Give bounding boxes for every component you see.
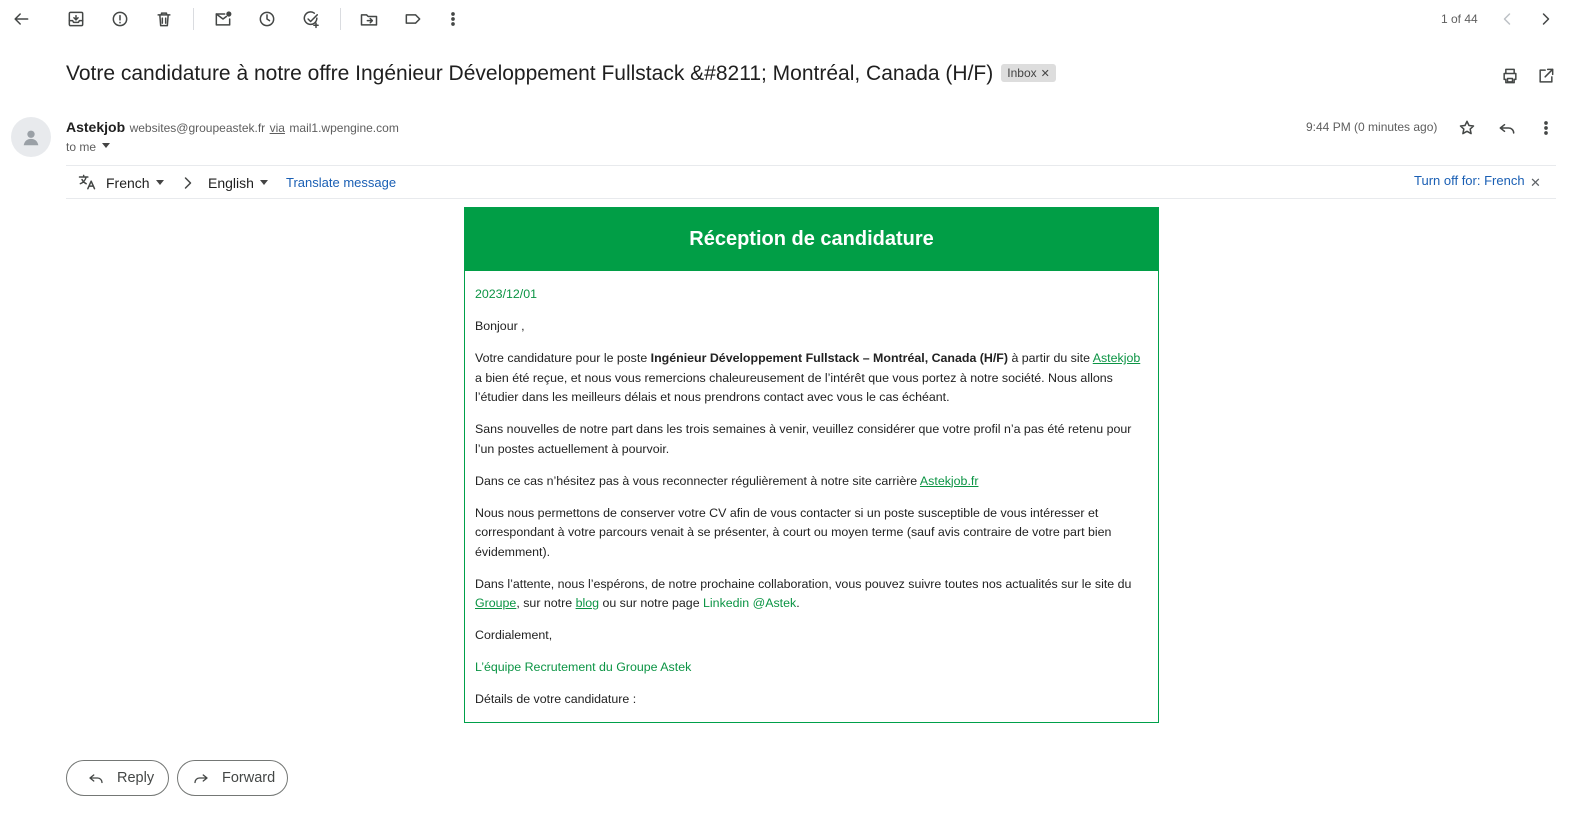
reply-button-label: Reply: [117, 770, 155, 786]
email-paragraph-1: Votre candidature pour le poste Ingénieu…: [475, 349, 1148, 408]
job-title-bold: Ingénieur Développement Fullstack – Mont…: [650, 351, 1008, 365]
translate-bar: French English Translate message Turn of…: [66, 165, 1556, 199]
label-icon[interactable]: [401, 7, 425, 31]
arrow-right-icon: [176, 171, 200, 195]
target-language-select[interactable]: English: [208, 175, 268, 191]
email-timestamp: 9:44 PM (0 minutes ago): [1306, 120, 1438, 134]
p5-text-c: ou sur notre page: [599, 596, 704, 610]
email-header-title: Réception de candidature: [689, 228, 934, 250]
email-paragraph-5: Dans l’attente, nous l’espérons, de notr…: [475, 575, 1148, 614]
p1-text-a: Votre candidature pour le poste: [475, 351, 651, 365]
email-paragraph-2: Sans nouvelles de notre part dans les tr…: [475, 422, 1132, 456]
newer-chevron-left-icon[interactable]: [1495, 7, 1519, 31]
recipients-dropdown-icon[interactable]: [102, 143, 111, 148]
p1-text-b: à partir du site: [1008, 351, 1093, 365]
email-content: 2023/12/01 Bonjour , Votre candidature p…: [465, 271, 1158, 710]
snooze-clock-icon[interactable]: [255, 7, 279, 31]
reply-arrow-icon[interactable]: [1495, 116, 1519, 140]
recipients-text: to me: [66, 140, 97, 154]
turn-off-translation-link[interactable]: Turn off for: French: [1414, 173, 1525, 188]
inbox-label-chip: Inbox ✕: [1001, 64, 1056, 82]
source-language-label: French: [106, 175, 150, 191]
reply-button[interactable]: Reply: [66, 760, 169, 796]
reply-icon: [89, 774, 103, 784]
translate-message-link[interactable]: Translate message: [286, 175, 396, 190]
move-to-icon[interactable]: [357, 7, 381, 31]
forward-button[interactable]: Forward: [177, 760, 288, 796]
star-icon[interactable]: [1455, 116, 1479, 140]
source-language-dropdown-icon: [155, 180, 164, 185]
sender-avatar[interactable]: [11, 117, 51, 157]
blog-link[interactable]: blog: [576, 596, 599, 610]
groupe-link[interactable]: Groupe: [475, 596, 516, 610]
email-date: 2023/12/01: [475, 287, 538, 301]
email-paragraph-3: Dans ce cas n’hésitez pas à vous reconne…: [475, 472, 1148, 492]
report-spam-icon[interactable]: [108, 7, 132, 31]
mark-unread-icon[interactable]: [211, 7, 235, 31]
sender-name[interactable]: Astekjob: [66, 119, 125, 135]
open-new-window-icon[interactable]: [1534, 64, 1558, 88]
forward-button-label: Forward: [222, 770, 276, 786]
more-vert-icon[interactable]: [441, 7, 465, 31]
remove-label-icon[interactable]: ✕: [1041, 68, 1050, 80]
astekjob-link[interactable]: Astekjob: [1093, 351, 1141, 365]
forward-icon: [194, 774, 208, 784]
p3-text: Dans ce cas n’hésitez pas à vous reconne…: [475, 473, 920, 488]
target-language-label: English: [208, 175, 254, 191]
email-closing: Cordialement,: [475, 628, 553, 642]
linkedin-link[interactable]: Linkedin @Astek: [703, 596, 796, 610]
target-language-dropdown-icon: [259, 180, 268, 185]
print-icon[interactable]: [1498, 64, 1522, 88]
archive-icon[interactable]: [64, 7, 88, 31]
sender-email: websites@groupeastek.fr: [129, 121, 266, 135]
email-greeting: Bonjour ,: [475, 319, 525, 333]
add-task-icon[interactable]: [299, 7, 323, 31]
p5-text-b: , sur notre: [516, 596, 576, 610]
email-signature: L’équipe Recrutement du Groupe Astek: [475, 660, 692, 674]
email-paragraph-4: Nous nous permettons de conserver votre …: [475, 505, 1112, 559]
email-subject: Votre candidature à notre offre Ingénieu…: [66, 62, 1056, 86]
older-chevron-right-icon[interactable]: [1534, 7, 1558, 31]
sender-line: Astekjob websites@groupeastek.fr via mai…: [66, 119, 399, 137]
recipients-toggle[interactable]: to me: [66, 140, 111, 154]
message-more-vert-icon[interactable]: [1534, 116, 1558, 140]
back-arrow-icon[interactable]: [9, 7, 33, 31]
subject-text: Votre candidature à notre offre Ingénieu…: [66, 62, 994, 85]
p5-text-d: .: [796, 596, 800, 610]
delete-icon[interactable]: [152, 7, 176, 31]
inbox-label-text: Inbox: [1007, 66, 1037, 80]
pagination-count: 1 of 44: [1441, 12, 1478, 26]
astekjob-fr-link[interactable]: Astekjob.fr: [920, 474, 979, 488]
email-details-heading: Détails de votre candidature :: [475, 692, 637, 706]
p5-text-a: Dans l’attente, nous l’espérons, de notr…: [475, 576, 1132, 591]
email-header-banner: Réception de candidature: [465, 208, 1158, 271]
email-body-card: Réception de candidature 2023/12/01 Bonj…: [464, 207, 1159, 723]
source-language-select[interactable]: French: [106, 175, 164, 191]
via-domain: mail1.wpengine.com: [289, 121, 399, 135]
p1-text-c: a bien été reçue, et nous vous remercion…: [475, 370, 1113, 405]
close-translate-bar-icon[interactable]: ✕: [1530, 175, 1541, 191]
translate-icon: [75, 170, 99, 194]
via-link[interactable]: via: [270, 121, 285, 135]
